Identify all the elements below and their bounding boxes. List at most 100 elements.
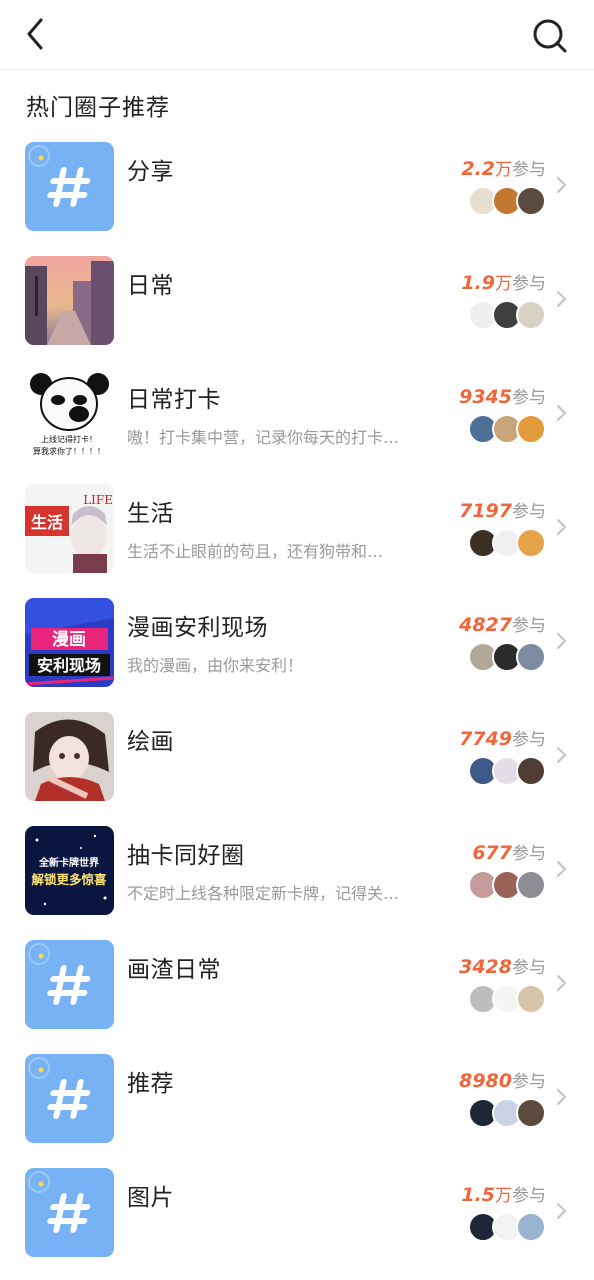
participant-label: 参与 (512, 388, 546, 408)
svg-text:安利现场: 安利现场 (37, 656, 101, 675)
svg-text:解锁更多惊喜: 解锁更多惊喜 (31, 872, 107, 887)
member-avatar (516, 186, 546, 216)
member-avatars (468, 984, 546, 1014)
circle-name: 漫画安利现场 (127, 615, 268, 641)
member-avatar (516, 414, 546, 444)
participant-unit: 万 (495, 160, 512, 180)
participant-count: 9345参与 (459, 383, 546, 408)
member-avatar (516, 300, 546, 330)
circle-description: 生活不止眼前的苟且，还有狗带和… (127, 542, 384, 561)
circle-row[interactable]: 漫画 安利现场 漫画安利现场 我的漫画，由你来安利！ 4827参与 (0, 584, 594, 698)
circle-row[interactable]: 生活 LIFE 生活 生活不止眼前的苟且，还有狗带和… 7197参与 (0, 470, 594, 584)
member-avatar (516, 528, 546, 558)
participant-label: 参与 (512, 160, 546, 180)
circle-row[interactable]: 绘画 7749参与 (0, 698, 594, 812)
participant-unit: 万 (495, 274, 512, 294)
circle-name: 抽卡同好圈 (127, 843, 245, 869)
circle-thumbnail (25, 142, 114, 231)
member-avatars (468, 756, 546, 786)
circle-description: 我的漫画，由你来安利！ (127, 656, 304, 675)
participant-number: 1.5 (461, 1184, 495, 1206)
chevron-right-icon (557, 177, 566, 193)
svg-text:算我求你了！！！！: 算我求你了！！！！ (33, 446, 105, 456)
circle-row[interactable]: 图片 1.5万参与 (0, 1154, 594, 1268)
member-avatars (468, 300, 546, 330)
member-avatar (516, 1098, 546, 1128)
participant-number: 3428 (459, 956, 512, 978)
participant-label: 参与 (512, 502, 546, 522)
participant-count: 3428参与 (459, 953, 546, 978)
member-avatars (468, 528, 546, 558)
chevron-right-icon (557, 519, 566, 535)
circle-name: 绘画 (127, 729, 174, 755)
chevron-right-icon (557, 1089, 566, 1105)
search-icon (533, 19, 567, 53)
section-title: 热门圈子推荐 (26, 95, 170, 121)
circle-thumbnail: 上线记得打卡！ 算我求你了！！！！ (25, 370, 114, 459)
circle-thumbnail (25, 1054, 114, 1143)
circle-description: 嗷！打卡集中营，记录你每天的打卡… (127, 428, 400, 447)
member-avatars (468, 186, 546, 216)
circle-row[interactable]: 日常 1.9万参与 (0, 242, 594, 356)
participant-number: 4827 (459, 614, 512, 636)
circle-thumbnail: 生活 LIFE (25, 484, 114, 573)
member-avatars (468, 870, 546, 900)
svg-text:LIFE: LIFE (83, 493, 113, 507)
participant-label: 参与 (512, 844, 546, 864)
chevron-right-icon (557, 291, 566, 307)
svg-text:漫画: 漫画 (52, 629, 86, 650)
circle-row[interactable]: 画渣日常 3428参与 (0, 926, 594, 1040)
circle-row[interactable]: 全新卡牌世界 解锁更多惊喜 抽卡同好圈 不定时上线各种限定新卡牌，记得关… 67… (0, 812, 594, 926)
circle-row[interactable]: 推荐 8980参与 (0, 1040, 594, 1154)
participant-label: 参与 (512, 616, 546, 636)
circle-name: 分享 (127, 159, 174, 185)
chevron-right-icon (557, 633, 566, 649)
back-button[interactable] (22, 16, 52, 52)
circle-name: 生活 (127, 501, 174, 527)
participant-count: 8980参与 (459, 1067, 546, 1092)
member-avatar (516, 642, 546, 672)
chevron-right-icon (557, 861, 566, 877)
circle-thumbnail (25, 940, 114, 1029)
participant-label: 参与 (512, 958, 546, 978)
circle-thumbnail (25, 1168, 114, 1257)
participant-unit: 万 (495, 1186, 512, 1206)
circle-list: 分享 2.2万参与 日常 1.9万参与 上线记得打卡！ 算我求你了！！！！ 日常… (0, 128, 594, 1268)
participant-count: 7749参与 (459, 725, 546, 750)
participant-label: 参与 (512, 274, 546, 294)
participant-count: 677参与 (472, 839, 546, 864)
top-bar (0, 0, 594, 70)
participant-count: 1.9万参与 (461, 269, 546, 294)
search-button[interactable] (530, 16, 570, 56)
participant-number: 9345 (459, 386, 512, 408)
participant-label: 参与 (512, 1186, 546, 1206)
circle-thumbnail: 全新卡牌世界 解锁更多惊喜 (25, 826, 114, 915)
circle-row[interactable]: 分享 2.2万参与 (0, 128, 594, 242)
participant-number: 2.2 (461, 158, 495, 180)
chevron-right-icon (557, 747, 566, 763)
circle-thumbnail: 漫画 安利现场 (25, 598, 114, 687)
member-avatars (468, 642, 546, 672)
circle-name: 推荐 (127, 1071, 174, 1097)
member-avatar (516, 1212, 546, 1242)
member-avatars (468, 1212, 546, 1242)
participant-count: 4827参与 (459, 611, 546, 636)
participant-count: 2.2万参与 (461, 155, 546, 180)
circle-thumbnail (25, 712, 114, 801)
member-avatar (516, 756, 546, 786)
participant-label: 参与 (512, 730, 546, 750)
chevron-right-icon (557, 405, 566, 421)
circle-thumbnail (25, 256, 114, 345)
svg-text:全新卡牌世界: 全新卡牌世界 (38, 856, 99, 869)
svg-text:生活: 生活 (31, 513, 63, 532)
participant-count: 7197参与 (459, 497, 546, 522)
member-avatar (516, 984, 546, 1014)
circle-row[interactable]: 上线记得打卡！ 算我求你了！！！！ 日常打卡 嗷！打卡集中营，记录你每天的打卡…… (0, 356, 594, 470)
participant-number: 7197 (459, 500, 512, 522)
circle-name: 日常打卡 (127, 387, 221, 413)
member-avatar (516, 870, 546, 900)
circle-name: 画渣日常 (127, 957, 221, 983)
circle-description: 不定时上线各种限定新卡牌，记得关… (127, 884, 400, 903)
participant-number: 1.9 (461, 272, 495, 294)
member-avatars (468, 414, 546, 444)
